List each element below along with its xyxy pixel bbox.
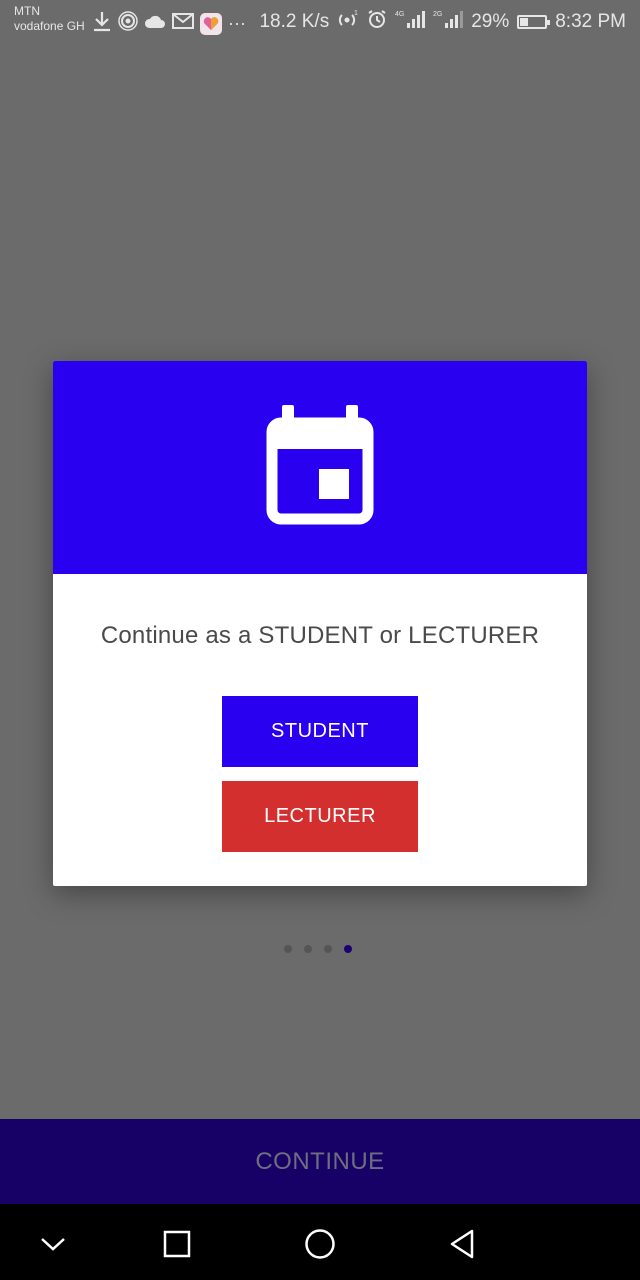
lecturer-button[interactable]: LECTURER [222,781,418,852]
role-dialog: Continue as a STUDENT or LECTURER STUDEN… [53,361,587,886]
navigation-bar [0,1204,640,1280]
page-dot [304,945,312,953]
back-icon[interactable] [442,1224,482,1264]
recents-icon[interactable] [157,1224,197,1264]
download-icon [92,10,112,37]
more-notifications-icon: ··· [228,13,246,33]
carrier-info: MTN vodafone GH [14,4,85,34]
dialog-prompt: Continue as a STUDENT or LECTURER [100,622,540,649]
carrier-1: MTN [14,4,40,18]
home-icon[interactable] [300,1224,340,1264]
svg-text:1: 1 [354,10,358,17]
signal-1-icon: 4G [395,9,426,35]
page-dot [344,945,352,953]
app-notification-icon [200,12,222,35]
status-bar: MTN vodafone GH ··· 18.2 K/s 1 4G 2G 29%… [0,0,640,42]
clock: 8:32 PM [555,11,626,32]
alarm-icon [367,9,387,35]
calendar-icon [266,405,374,530]
student-button[interactable]: STUDENT [222,696,418,767]
continue-button[interactable]: CONTINUE [0,1119,640,1204]
cloud-icon [144,13,166,34]
svg-text:4G: 4G [395,11,404,18]
mail-icon [172,13,194,34]
chevron-down-icon[interactable] [33,1224,73,1264]
page-indicator [284,945,352,953]
carrier-2: vodafone GH [14,19,85,33]
svg-text:2G: 2G [433,11,442,18]
system-indicators: 18.2 K/s 1 4G 2G 29% 8:32 PM [259,9,626,35]
dialog-header [53,361,587,574]
battery-icon [517,15,551,29]
hotspot-icon [118,11,138,36]
net-speed: 18.2 K/s [259,11,330,32]
battery-percent: 29% [471,11,510,32]
page-dot [324,945,332,953]
signal-2-icon: 2G [433,9,464,35]
hotspot-clients-icon: 1 [337,9,359,35]
battery-level [520,18,528,26]
page-dot [284,945,292,953]
notification-icons: ··· [92,10,246,37]
